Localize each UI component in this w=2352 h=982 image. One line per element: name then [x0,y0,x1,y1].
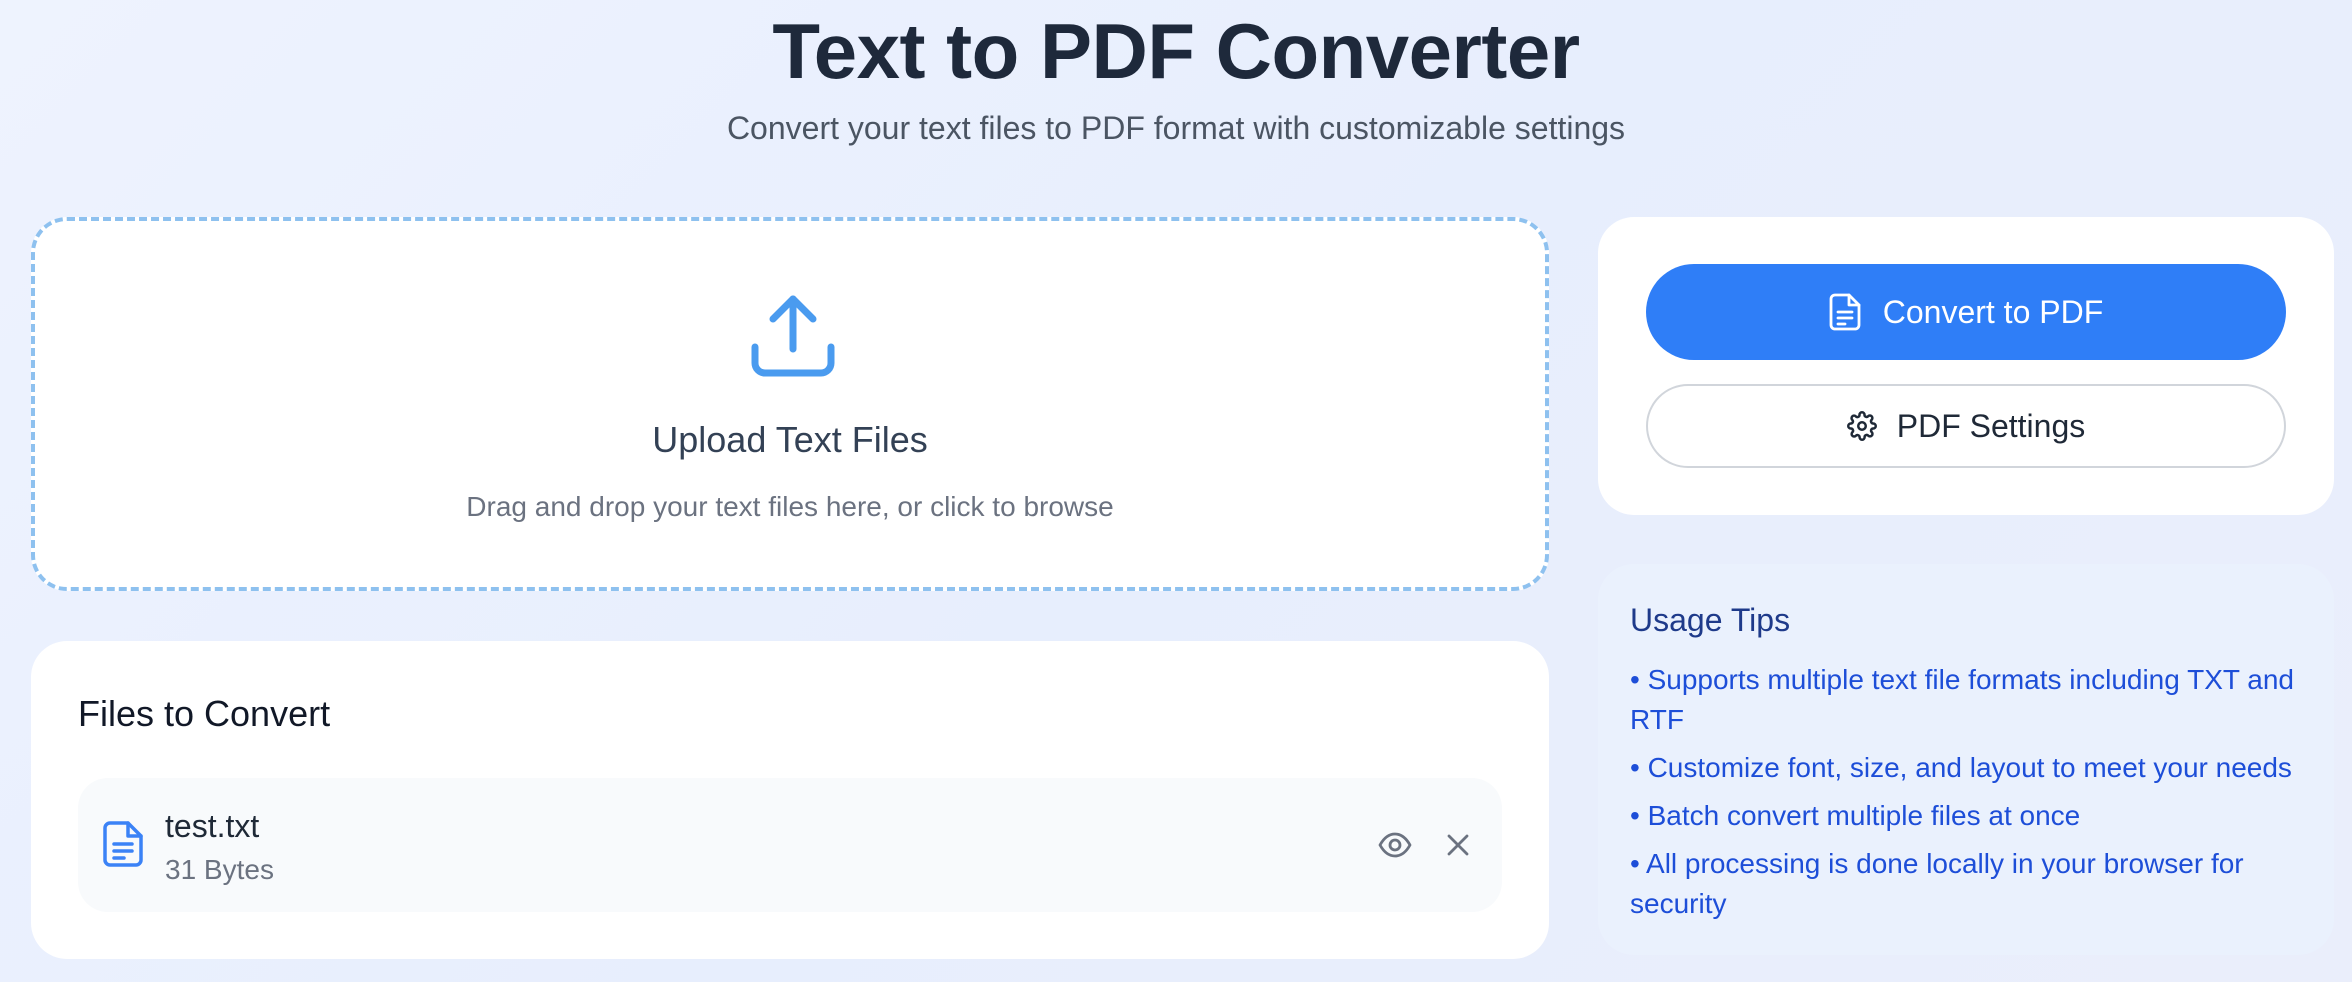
upload-title: Upload Text Files [652,419,928,460]
file-list-item: test.txt 31 Bytes [78,778,1502,912]
file-text-icon [103,821,143,867]
tip-item: • Customize font, size, and layout to me… [1630,752,2292,783]
gear-icon [1846,411,1877,441]
tip-item: • Supports multiple text file formats in… [1630,664,2294,735]
upload-instruction: Drag and drop your text files here, or c… [466,491,1114,522]
files-heading: Files to Convert [78,693,331,734]
upload-icon [751,295,835,377]
app-page: Text to PDF Converter Convert your text … [0,0,2352,982]
upload-dropzone[interactable]: Upload Text Files Drag and drop your tex… [31,217,1549,591]
page-subtitle: Convert your text files to PDF format wi… [726,110,1626,146]
actions-panel: Convert to PDF PDF Settings [1598,217,2334,515]
tips-list: • Supports multiple text file formats in… [1630,660,2310,932]
close-icon [1447,834,1469,856]
remove-file-button[interactable] [1433,820,1483,870]
files-to-convert-panel: Files to Convert test.txt 31 Bytes [31,641,1549,959]
file-size: 31 Bytes [165,854,274,885]
tip-item: • Batch convert multiple files at once [1630,800,2081,831]
tips-heading: Usage Tips [1630,602,1791,638]
preview-file-button[interactable] [1370,820,1420,870]
tip-item: • All processing is done locally in your… [1630,848,2244,919]
usage-tips-panel: Usage Tips • Supports multiple text file… [1598,564,2334,955]
pdf-settings-button[interactable]: PDF Settings [1646,384,2286,468]
page-title: Text to PDF Converter [772,7,1580,95]
file-text-icon [1829,293,1861,331]
file-name: test.txt [165,808,260,844]
eye-icon [1378,832,1412,858]
convert-button-label: Convert to PDF [1882,293,2104,330]
convert-to-pdf-button[interactable]: Convert to PDF [1646,264,2286,360]
settings-button-label: PDF Settings [1896,407,2086,444]
